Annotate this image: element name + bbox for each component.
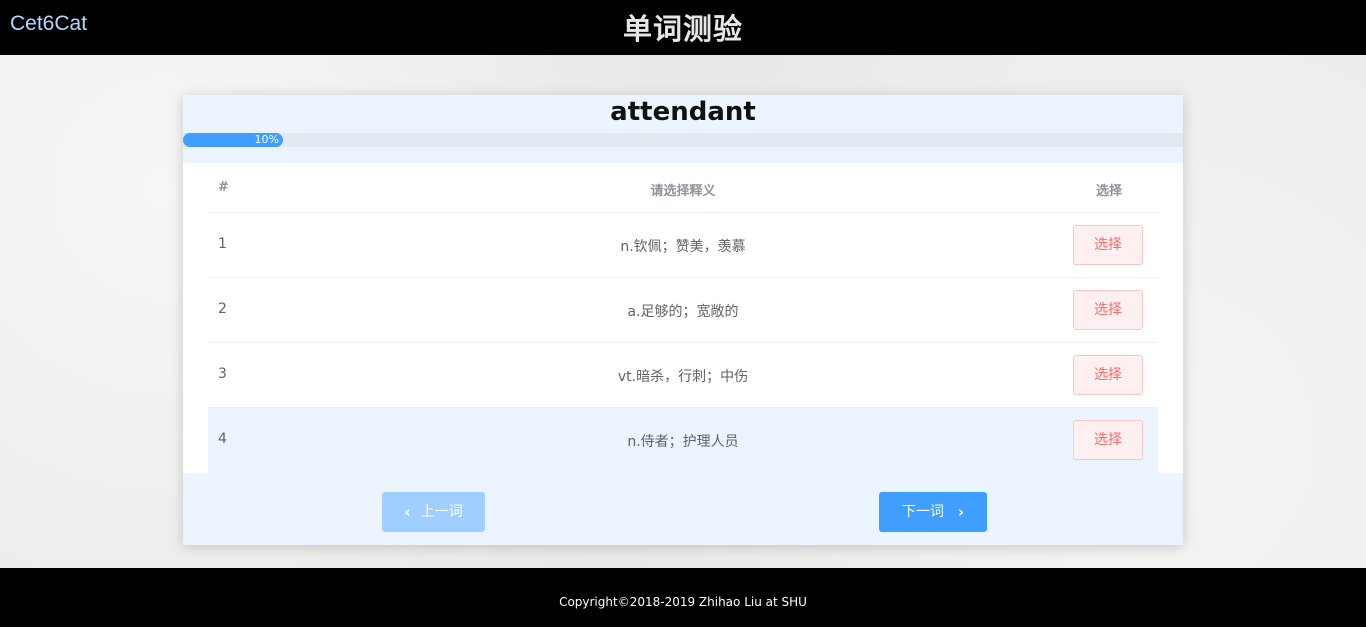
chevron-right-icon: › (957, 503, 965, 521)
select-button[interactable]: 选择 (1073, 420, 1143, 460)
progress-text: 10% (254, 133, 279, 146)
previous-word-label: 上一词 (420, 504, 463, 520)
quiz-card-footer: ‹ 上一词 下一词 › (183, 473, 1183, 545)
table-header: # 请选择释义 选择 (208, 163, 1158, 213)
row-definition: n.侍者；护理人员 (627, 434, 739, 450)
copyright-text: Copyright©2018-2019 Zhihao Liu at SHU (559, 595, 807, 609)
page-title: 单词测验 (622, 12, 743, 46)
quiz-word: attendant (610, 97, 756, 127)
definition-table: # 请选择释义 选择 1 n.钦佩；赞美，羡慕 选择 2 a.足够的；宽敞的 选… (208, 163, 1158, 473)
page-footer: Copyright©2018-2019 Zhihao Liu at SHU (0, 568, 1366, 627)
progress-bar-fill: 10% (183, 133, 283, 147)
table-row: 2 a.足够的；宽敞的 选择 (208, 278, 1158, 343)
select-button[interactable]: 选择 (1073, 355, 1143, 395)
next-word-button[interactable]: 下一词 › (879, 492, 987, 532)
chevron-left-icon: ‹ (404, 503, 411, 521)
table-row: 1 n.钦佩；赞美，羡慕 选择 (208, 213, 1158, 278)
row-definition: n.钦佩；赞美，羡慕 (620, 239, 746, 255)
column-header-definition: 请选择释义 (650, 184, 716, 199)
top-bar: Cet6Cat 单词测验 (0, 0, 1366, 55)
table-row: 4 n.侍者；护理人员 选择 (208, 408, 1158, 473)
select-button[interactable]: 选择 (1073, 225, 1143, 265)
quiz-card: attendant 10% # 请选择释义 选择 1 n.钦佩；赞美，羡慕 选择… (183, 95, 1183, 545)
row-definition: vt.暗杀，行刺；中伤 (617, 369, 749, 385)
row-definition: a.足够的；宽敞的 (627, 304, 739, 320)
progress-bar: 10% (183, 133, 1183, 147)
column-header-select: 选择 (1095, 184, 1122, 199)
table-row: 3 vt.暗杀，行刺；中伤 选择 (208, 343, 1158, 408)
previous-word-button[interactable]: ‹ 上一词 (382, 492, 485, 532)
select-button[interactable]: 选择 (1073, 290, 1143, 330)
quiz-card-header: attendant 10% (183, 95, 1183, 163)
next-word-label: 下一词 (901, 504, 944, 520)
